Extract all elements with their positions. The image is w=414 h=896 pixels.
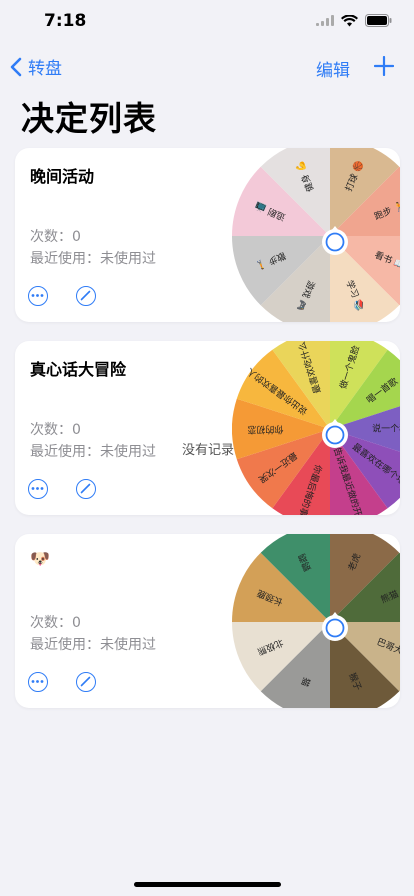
- home-indicator: [134, 882, 281, 887]
- wheel-preview[interactable]: 老虎熊猫巴哥犬猴子猫北极熊长颈鹿鹦鹉: [232, 534, 400, 708]
- pencil-icon: [80, 290, 91, 301]
- battery-icon: [365, 14, 392, 27]
- edit-wheel-button[interactable]: [76, 672, 96, 692]
- usage-count: 次数：0: [30, 229, 81, 245]
- card-title: 🐶: [30, 549, 50, 568]
- status-time: 7:18: [44, 11, 87, 31]
- ellipsis-icon: [31, 680, 44, 683]
- last-used: 最近使用：未使用过: [30, 444, 156, 460]
- pencil-icon: [80, 483, 91, 494]
- wifi-icon: [341, 14, 358, 26]
- add-icon[interactable]: [374, 56, 394, 76]
- chevron-left-icon: [10, 57, 22, 76]
- back-button[interactable]: 转盘: [10, 54, 62, 79]
- decision-card-evening[interactable]: 晚间活动 次数：0 最近使用：未使用过 打球 🏀 跑步 🏃 看书 📖 学习 📚 游戏 🎮…: [15, 148, 400, 322]
- ellipsis-icon: [31, 294, 44, 297]
- more-button[interactable]: [28, 672, 48, 692]
- signal-icon: [316, 15, 334, 26]
- wheel-segment-label: 你的初恋: [247, 424, 283, 436]
- more-button[interactable]: [28, 286, 48, 306]
- pencil-icon: [80, 676, 91, 687]
- decision-card-animals[interactable]: 🐶 次数：0 最近使用：未使用过 老虎 熊猫 巴哥犬 猴子猫北极熊 长颈鹿 鹦鹉: [15, 534, 400, 708]
- back-label: 转盘: [28, 59, 62, 79]
- no-record-label: 没有记录: [182, 443, 235, 458]
- navigation-bar: 转盘 编辑: [0, 50, 414, 86]
- wheel-segment-label: 说一个秘密: [372, 423, 400, 435]
- wheel-preview[interactable]: 打球 🏀跑步 🏃看书 📖学习 📚游戏 🎮散步 🚶追剧 📺健身 💪: [232, 148, 400, 322]
- more-button[interactable]: [28, 479, 48, 499]
- wheel-preview[interactable]: 做一个鬼脸唱一首歌说一个秘密最喜欢在哪个地方告诉我最近做的开心事你最后悔的事最近…: [232, 341, 400, 515]
- last-used: 最近使用：未使用过: [30, 637, 156, 653]
- edit-wheel-button[interactable]: [76, 479, 96, 499]
- ellipsis-icon: [31, 487, 44, 490]
- edit-button[interactable]: 编辑: [316, 56, 350, 81]
- card-title: 真心话大冒险: [30, 360, 127, 379]
- usage-count: 次数：0: [30, 422, 81, 438]
- edit-wheel-button[interactable]: [76, 286, 96, 306]
- card-title: 晚间活动: [30, 167, 95, 186]
- status-icons: [316, 14, 392, 27]
- usage-count: 次数：0: [30, 615, 81, 631]
- page-title: 决定列表: [21, 99, 157, 138]
- last-used: 最近使用：未使用过: [30, 251, 156, 267]
- status-bar: 7:18: [0, 0, 414, 44]
- decision-card-truth-or-dare[interactable]: 真心话大冒险 次数：0 最近使用：未使用过 没有记录 做一个鬼脸 唱一首歌 说一个秘…: [15, 341, 400, 515]
